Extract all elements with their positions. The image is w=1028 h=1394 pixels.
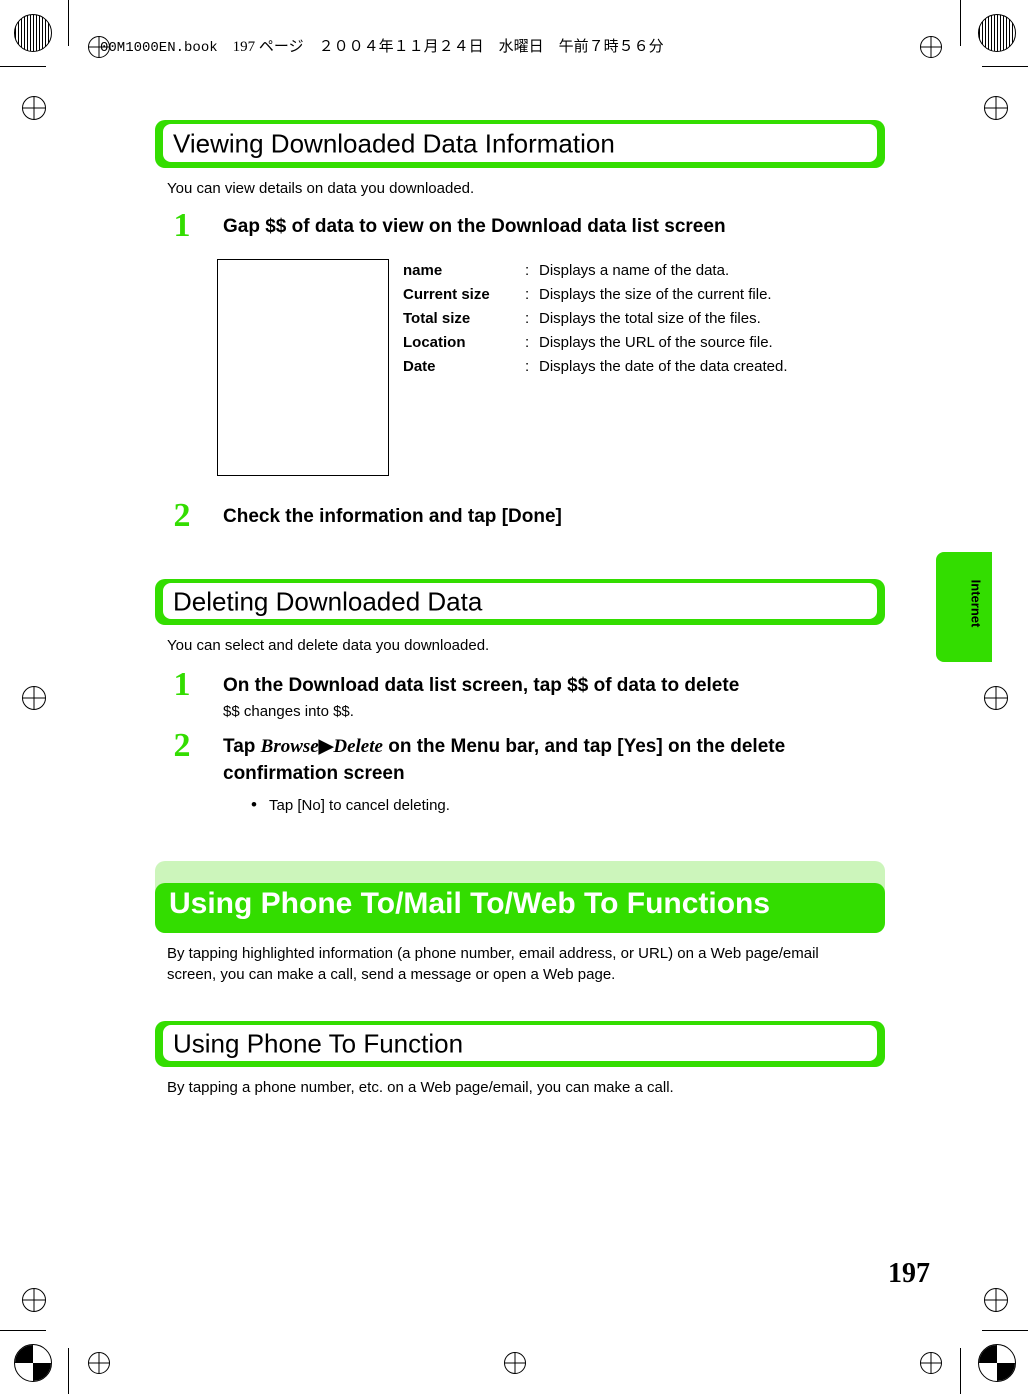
definition-separator: : [525, 334, 530, 351]
menu-name-delete: Delete [333, 736, 383, 757]
section-intro-using-phone-to: By tapping a phone number, etc. on a Web… [167, 1079, 674, 1096]
definition-separator: : [525, 310, 530, 327]
registration-mark-bottom-center [504, 1352, 526, 1374]
section-intro-deleting: You can select and delete data you downl… [167, 637, 490, 654]
section-heading-viewing-downloaded-data-information: Viewing Downloaded Data Information [155, 120, 885, 168]
registration-mark-top-right [920, 36, 942, 58]
registration-mark-right-lower [984, 686, 1008, 710]
registration-mark-left-lower [22, 686, 46, 710]
print-mark-hatch-top-left [14, 14, 52, 52]
definition-key: Date [403, 358, 436, 375]
definition-key: name [403, 262, 443, 279]
banner-intro-text: By tapping highlighted information (a ph… [167, 945, 819, 983]
definition-key: Current size [403, 286, 490, 303]
section-heading-using-phone-to-function: Using Phone To Function [155, 1021, 885, 1067]
figure-row-data-info: name : Displays a name of the data. Curr… [155, 259, 885, 481]
step-number: 2 [173, 497, 191, 534]
banner-using-phone-mail-web-to-functions: Using Phone To/Mail To/Web To Functions [155, 861, 885, 933]
menu-arrow-icon: ▶ [318, 736, 334, 757]
definition-row: Date : Displays the date of the data cre… [403, 355, 873, 379]
print-mark-pie-bottom-left [14, 1344, 52, 1382]
step-title: On the Download data list screen, tap $$… [223, 675, 740, 696]
definition-value: Displays a name of the data. [539, 262, 730, 279]
step-title: Gap $$ of data to view on the Download d… [223, 216, 726, 237]
definition-row: name : Displays a name of the data. [403, 259, 873, 283]
definition-separator: : [525, 286, 530, 303]
menu-name-browse: Browse [260, 736, 319, 757]
print-mark-hatch-top-right [978, 14, 1016, 52]
section-heading-label: Viewing Downloaded Data Information [173, 128, 615, 159]
registration-mark-left-upper [22, 96, 46, 120]
definition-separator: : [525, 358, 530, 375]
crop-line-top-left-h [0, 66, 46, 67]
section-heading-label: Deleting Downloaded Data [173, 586, 483, 617]
registration-mark-bottom-left [88, 1352, 110, 1374]
book-page-marker: 197 ページ [232, 39, 304, 55]
section-heading-deleting-downloaded-data: Deleting Downloaded Data [155, 579, 885, 625]
crop-line-top-right-h [982, 66, 1028, 67]
step-deleting-1: 1 On the Download data list screen, tap … [155, 668, 885, 723]
definition-value: Displays the total size of the files. [539, 310, 761, 327]
note-cancel-deleting: Tap [No] to cancel deleting. [251, 794, 885, 817]
crop-line-top-left-v [68, 0, 69, 46]
step-viewing-2: 2 Check the information and tap [Done] [155, 499, 885, 537]
banner-label: Using Phone To/Mail To/Web To Functions [169, 887, 771, 920]
definition-value: Displays the size of the current file. [539, 286, 772, 303]
step-number: 1 [173, 666, 191, 703]
device-screen-illustration [217, 259, 389, 476]
crop-line-top-right-v [960, 0, 961, 46]
registration-mark-right-upper [984, 96, 1008, 120]
page-number: 197 [888, 1258, 930, 1289]
step-number: 2 [173, 727, 191, 764]
definition-value: Displays the URL of the source file. [539, 334, 773, 351]
definition-separator: : [525, 262, 530, 279]
crop-line-bottom-left-h [0, 1330, 46, 1331]
registration-mark-left-bottom [22, 1288, 46, 1312]
step-title-pre: Tap [223, 736, 261, 757]
side-tab-internet [936, 552, 992, 662]
step-subtext: $$ changes into $$. [223, 703, 354, 720]
section-intro-viewing: You can view details on data you downloa… [167, 180, 475, 197]
registration-mark-right-bottom [984, 1288, 1008, 1312]
step-deleting-2: 2 Tap Browse▶Delete on the Menu bar, and… [155, 729, 885, 787]
step-title: Check the information and tap [Done] [223, 506, 562, 527]
definition-value: Displays the date of the data created. [539, 358, 788, 375]
crop-line-bottom-right-v [960, 1348, 961, 1394]
definition-row: Current size : Displays the size of the … [403, 283, 873, 307]
crop-line-bottom-left-v [68, 1348, 69, 1394]
side-tab-label: Internet [968, 579, 984, 628]
definition-key: Total size [403, 310, 471, 327]
crop-line-bottom-right-h [982, 1330, 1028, 1331]
print-mark-pie-bottom-right [978, 1344, 1016, 1382]
book-header-line: 00M1000EN.book 197 ページ ２００４年１１月２４日 水曜日 午… [100, 35, 664, 56]
step-number: 1 [173, 207, 191, 244]
book-date: ２００４年１１月２４日 水曜日 午前７時５６分 [318, 39, 664, 55]
definition-row: Total size : Displays the total size of … [403, 307, 873, 331]
step-viewing-1: 1 Gap $$ of data to view on the Download… [155, 209, 885, 247]
definition-row: Location : Displays the URL of the sourc… [403, 331, 873, 355]
definition-key: Location [403, 334, 466, 351]
step-title: Tap Browse▶Delete on the Menu bar, and t… [223, 733, 885, 787]
page-content: Viewing Downloaded Data Information You … [155, 120, 885, 1112]
book-filename: 00M1000EN.book [100, 40, 218, 56]
definition-list: name : Displays a name of the data. Curr… [403, 259, 873, 379]
registration-mark-bottom-right [920, 1352, 942, 1374]
section-heading-label: Using Phone To Function [173, 1028, 464, 1059]
